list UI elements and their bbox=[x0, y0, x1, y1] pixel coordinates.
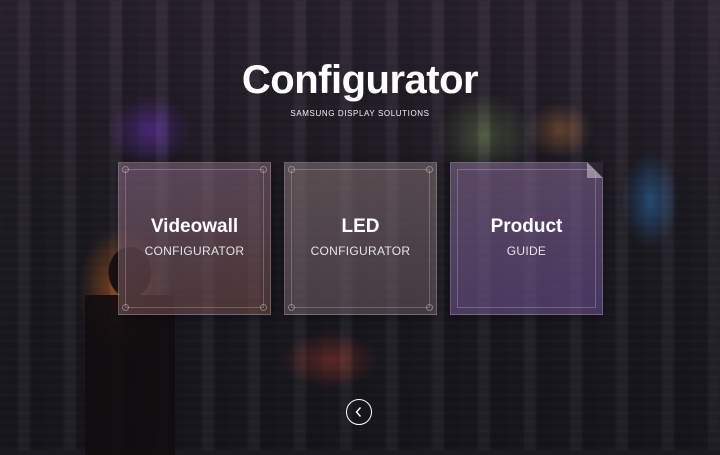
tile-inner-border bbox=[125, 169, 264, 308]
corner-dot-icon bbox=[288, 304, 295, 311]
chevron-left-icon bbox=[355, 407, 362, 417]
back-button[interactable] bbox=[346, 399, 372, 425]
corner-dot-icon bbox=[426, 304, 433, 311]
page-subtitle: SAMSUNG DISPLAY SOLUTIONS bbox=[290, 109, 430, 118]
led-configurator-tile[interactable]: LED CONFIGURATOR bbox=[284, 162, 437, 315]
tile-subtitle: GUIDE bbox=[506, 244, 547, 258]
tile-subtitle: CONFIGURATOR bbox=[310, 244, 411, 258]
corner-dot-icon bbox=[122, 304, 129, 311]
corner-dot-icon bbox=[260, 166, 267, 173]
product-guide-tile[interactable]: Product GUIDE bbox=[450, 162, 603, 315]
tile-title: LED bbox=[341, 216, 380, 237]
page-fold-icon bbox=[587, 162, 603, 178]
tile-subtitle: CONFIGURATOR bbox=[144, 244, 245, 258]
corner-dot-icon bbox=[122, 166, 129, 173]
tile-title: Videowall bbox=[150, 216, 239, 237]
tile-title: Product bbox=[490, 216, 563, 237]
tile-inner-border bbox=[291, 169, 430, 308]
corner-dot-icon bbox=[426, 166, 433, 173]
corner-dot-icon bbox=[288, 166, 295, 173]
corner-dot-icon bbox=[260, 304, 267, 311]
page-title: Configurator bbox=[241, 58, 479, 102]
tile-inner-border bbox=[457, 169, 596, 308]
videowall-configurator-tile[interactable]: Videowall CONFIGURATOR bbox=[118, 162, 271, 315]
